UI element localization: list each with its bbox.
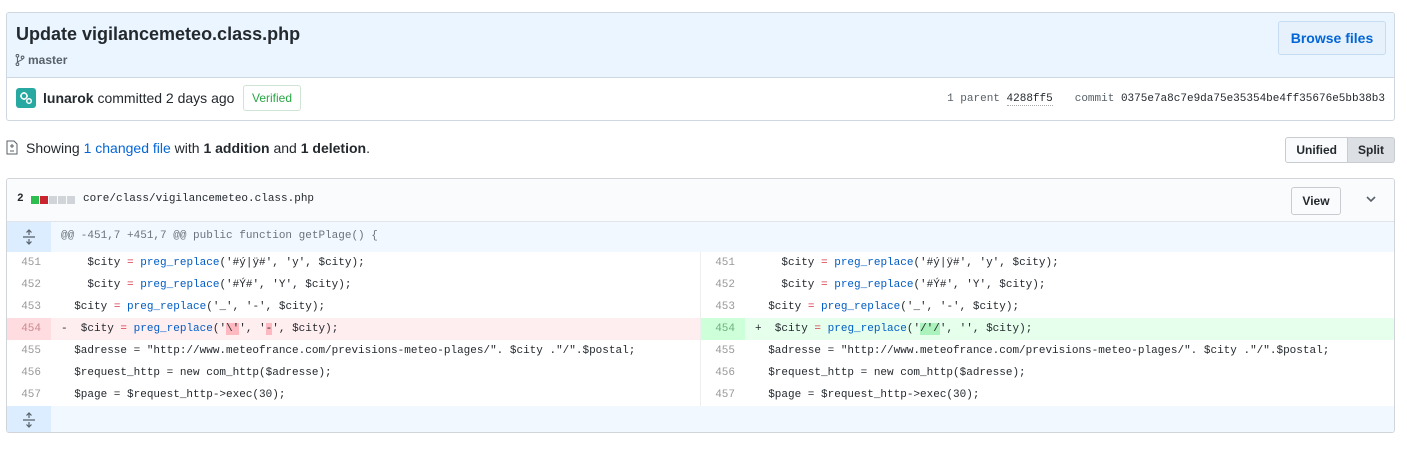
changed-files-link[interactable]: 1 changed file (84, 140, 171, 156)
browse-files-button[interactable]: Browse files (1278, 21, 1386, 55)
commit-title: Update vigilancemeteo.class.php (16, 24, 301, 44)
line-number[interactable]: 456 (7, 362, 51, 384)
table-row: 455 $adresse = "http://www.meteofrance.c… (7, 340, 1394, 362)
commit-label: commit (1074, 93, 1115, 105)
line-number[interactable]: 455 (7, 340, 51, 362)
code-line: $city = preg_replace('_', '-', $city); (755, 301, 1020, 313)
commit-author-line: lunarok committed 2 days ago (43, 90, 234, 106)
code-line-deleted: - $city = preg_replace('\'', '-', $city)… (61, 323, 339, 335)
table-row: 454 - $city = preg_replace('\'', '-', $ci… (7, 318, 1394, 340)
bottom-expander (7, 406, 1394, 432)
branch-label[interactable]: master (15, 53, 67, 67)
branch-name: master (28, 53, 68, 67)
expand-glyph (23, 412, 35, 428)
table-row: 457 $page = $request_http->exec(30); 457… (7, 384, 1394, 406)
line-number[interactable]: 453 (7, 296, 51, 318)
expand-glyph (23, 229, 35, 245)
diffstat-neutral-block (49, 196, 57, 204)
line-number[interactable]: 455 (701, 340, 745, 362)
file-path[interactable]: core/class/vigilancemeteo.class.php (83, 193, 314, 205)
commit-meta: lunarok committed 2 days ago Verified 1 … (7, 78, 1394, 120)
summary-showing: Showing (26, 140, 80, 156)
expand-icon[interactable] (7, 406, 51, 432)
code-line: $city = preg_replace('#Ý#', 'Y', $city); (755, 279, 1046, 291)
code-line-added: + $city = preg_replace('/'/', '', $city)… (755, 323, 1033, 335)
commit-box: Update vigilancemeteo.class.php master B… (6, 12, 1395, 121)
view-file-button[interactable]: View (1291, 187, 1341, 215)
split-button[interactable]: Split (1348, 137, 1395, 163)
code-line: $city = preg_replace('_', '-', $city); (61, 301, 326, 313)
author-link[interactable]: lunarok (43, 90, 94, 106)
line-number[interactable]: 452 (7, 274, 51, 296)
file-diff: 2 core/class/vigilancemeteo.class.php Vi… (6, 178, 1395, 433)
line-number[interactable]: 451 (701, 252, 745, 274)
diffstat-add-block (31, 196, 39, 204)
avatar-icon (20, 92, 33, 105)
parent-sha-link[interactable]: 4288ff5 (1006, 93, 1053, 106)
line-number[interactable]: 457 (701, 384, 745, 406)
deletions-count: 1 deletion (300, 140, 367, 156)
parent-info: 1 parent 4288ff5 (947, 93, 1053, 106)
commit-header: Update vigilancemeteo.class.php master B… (7, 13, 1394, 78)
expand-icon[interactable] (7, 222, 51, 252)
code-line: $adresse = "http://www.meteofrance.com/p… (61, 345, 636, 357)
commit-info: commit 0375e7a8c7e9da75e35354be4ff35676e… (1075, 93, 1385, 105)
code-line: $request_http = new com_http($adresse); (61, 367, 332, 379)
parent-label: 1 parent (947, 93, 1000, 105)
line-number[interactable]: 456 (701, 362, 745, 384)
table-row: 452 $city = preg_replace('#Ý#', 'Y', $ci… (7, 274, 1394, 296)
commit-action: committed 2 days ago (97, 90, 235, 106)
diffstat-neutral-block (58, 196, 66, 204)
line-number[interactable]: 453 (701, 296, 745, 318)
hunk-text: @@ -451,7 +451,7 @@ public function getP… (61, 230, 378, 242)
branch-icon (15, 54, 25, 66)
summary-with: with (174, 140, 200, 156)
code-line: $page = $request_http->exec(30); (755, 389, 980, 401)
table-row: 451 $city = preg_replace('#ý|ÿ#', 'y', $… (7, 252, 1394, 274)
code-line: $adresse = "http://www.meteofrance.com/p… (755, 345, 1330, 357)
hunk-header: @@ -451,7 +451,7 @@ public function getP… (7, 222, 1394, 252)
code-line: $city = preg_replace('#Ý#', 'Y', $city); (61, 279, 352, 291)
file-diff-icon[interactable] (6, 140, 18, 155)
diff-view-toggle: Unified Split (1285, 137, 1395, 163)
line-number[interactable]: 452 (701, 274, 745, 296)
code-line: $city = preg_replace('#ý|ÿ#', 'y', $city… (755, 257, 1059, 269)
diff-summary: Showing 1 changed file with 1 addition a… (6, 137, 1395, 164)
avatar[interactable] (16, 88, 36, 108)
additions-count: 1 addition (203, 140, 270, 156)
chevron-down-icon[interactable] (1364, 192, 1378, 206)
line-number[interactable]: 457 (7, 384, 51, 406)
summary-and: and (273, 140, 297, 156)
commit-sha: 0375e7a8c7e9da75e35354be4ff35676e5bb38b3 (1120, 93, 1385, 105)
line-number[interactable]: 454 (7, 318, 51, 340)
code-line: $city = preg_replace('#ý|ÿ#', 'y', $city… (61, 257, 365, 269)
summary-text: Showing 1 changed file with 1 addition a… (26, 140, 370, 156)
verified-badge[interactable]: Verified (243, 85, 302, 111)
sha-block: 1 parent 4288ff5 commit 0375e7a8c7e9da75… (947, 93, 1385, 106)
diffstat-del-block (40, 196, 48, 204)
code-line: $request_http = new com_http($adresse); (755, 367, 1026, 379)
line-number[interactable]: 451 (7, 252, 51, 274)
summary-period: . (366, 140, 370, 156)
table-row: 456 $request_http = new com_http($adress… (7, 362, 1394, 384)
line-number[interactable]: 454 (701, 318, 745, 340)
code-line: $page = $request_http->exec(30); (61, 389, 286, 401)
table-row: 453 $city = preg_replace('_', '-', $city… (7, 296, 1394, 318)
file-header: 2 core/class/vigilancemeteo.class.php Vi… (7, 179, 1394, 222)
diffstat-blocks (31, 196, 75, 204)
diffstat-neutral-block (67, 196, 75, 204)
diffstat-count: 2 (17, 193, 24, 205)
diff-table: 451 $city = preg_replace('#ý|ÿ#', 'y', $… (7, 252, 1394, 406)
unified-button[interactable]: Unified (1285, 137, 1348, 163)
